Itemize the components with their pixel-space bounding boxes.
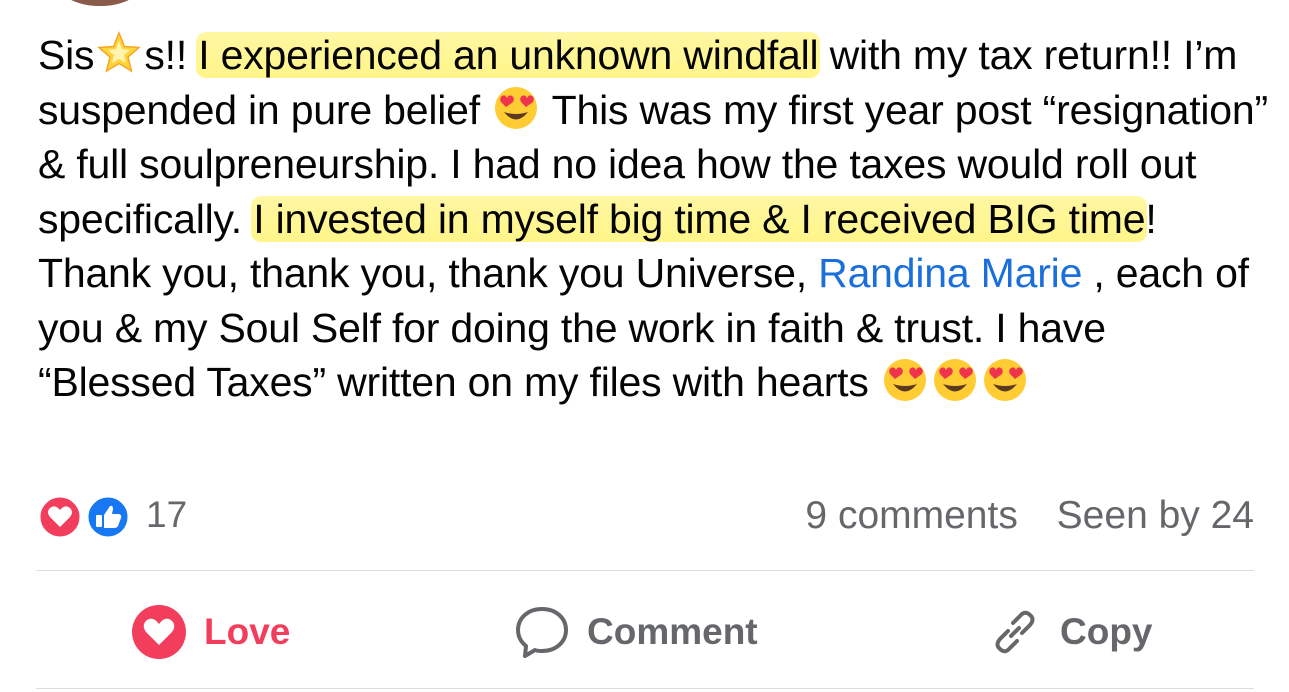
highlighted-text: I experienced an unknown windfall <box>196 32 821 78</box>
post-meta: 9 comments Seen by 24 <box>805 494 1254 538</box>
copy-label: Copy <box>1060 611 1153 652</box>
avatar[interactable] <box>58 0 142 6</box>
highlighted-text: I invested in myself big time & I receiv… <box>251 195 1148 242</box>
love-label: Love <box>204 611 291 652</box>
comments-count-link[interactable]: 9 comments <box>805 494 1017 537</box>
heart-eyes-emoji-icon <box>982 357 1028 403</box>
comment-bubble-icon <box>513 603 571 661</box>
link-icon <box>986 603 1044 661</box>
comment-label: Comment <box>587 611 758 652</box>
like-reaction-icon <box>85 494 131 540</box>
reaction-icons[interactable] <box>36 494 136 540</box>
heart-eyes-emoji-icon <box>932 357 978 403</box>
seen-by-link[interactable]: Seen by 24 <box>1057 494 1254 537</box>
post-text-segment: Sis <box>38 32 95 78</box>
love-reaction-icon <box>37 494 83 540</box>
post-body: Sis s!! I experienced an unknown windfall… <box>38 28 1268 410</box>
divider <box>36 688 1254 689</box>
post-text-segment: s!! <box>144 32 199 78</box>
comment-button[interactable]: Comment <box>513 602 758 662</box>
heart-eyes-emoji-icon <box>882 357 928 403</box>
love-icon <box>130 603 188 661</box>
copy-link-button[interactable]: Copy <box>986 602 1153 662</box>
action-bar: Love Comment Copy <box>0 584 1289 674</box>
love-button[interactable]: Love <box>130 602 290 662</box>
heart-eyes-emoji-icon <box>493 85 539 131</box>
mention-link[interactable]: Randina Marie <box>818 250 1082 296</box>
post-stats-row: 17 9 comments Seen by 24 <box>34 490 1254 542</box>
reaction-count[interactable]: 17 <box>146 494 187 536</box>
divider <box>36 570 1254 571</box>
glowing-star-icon <box>96 30 142 76</box>
